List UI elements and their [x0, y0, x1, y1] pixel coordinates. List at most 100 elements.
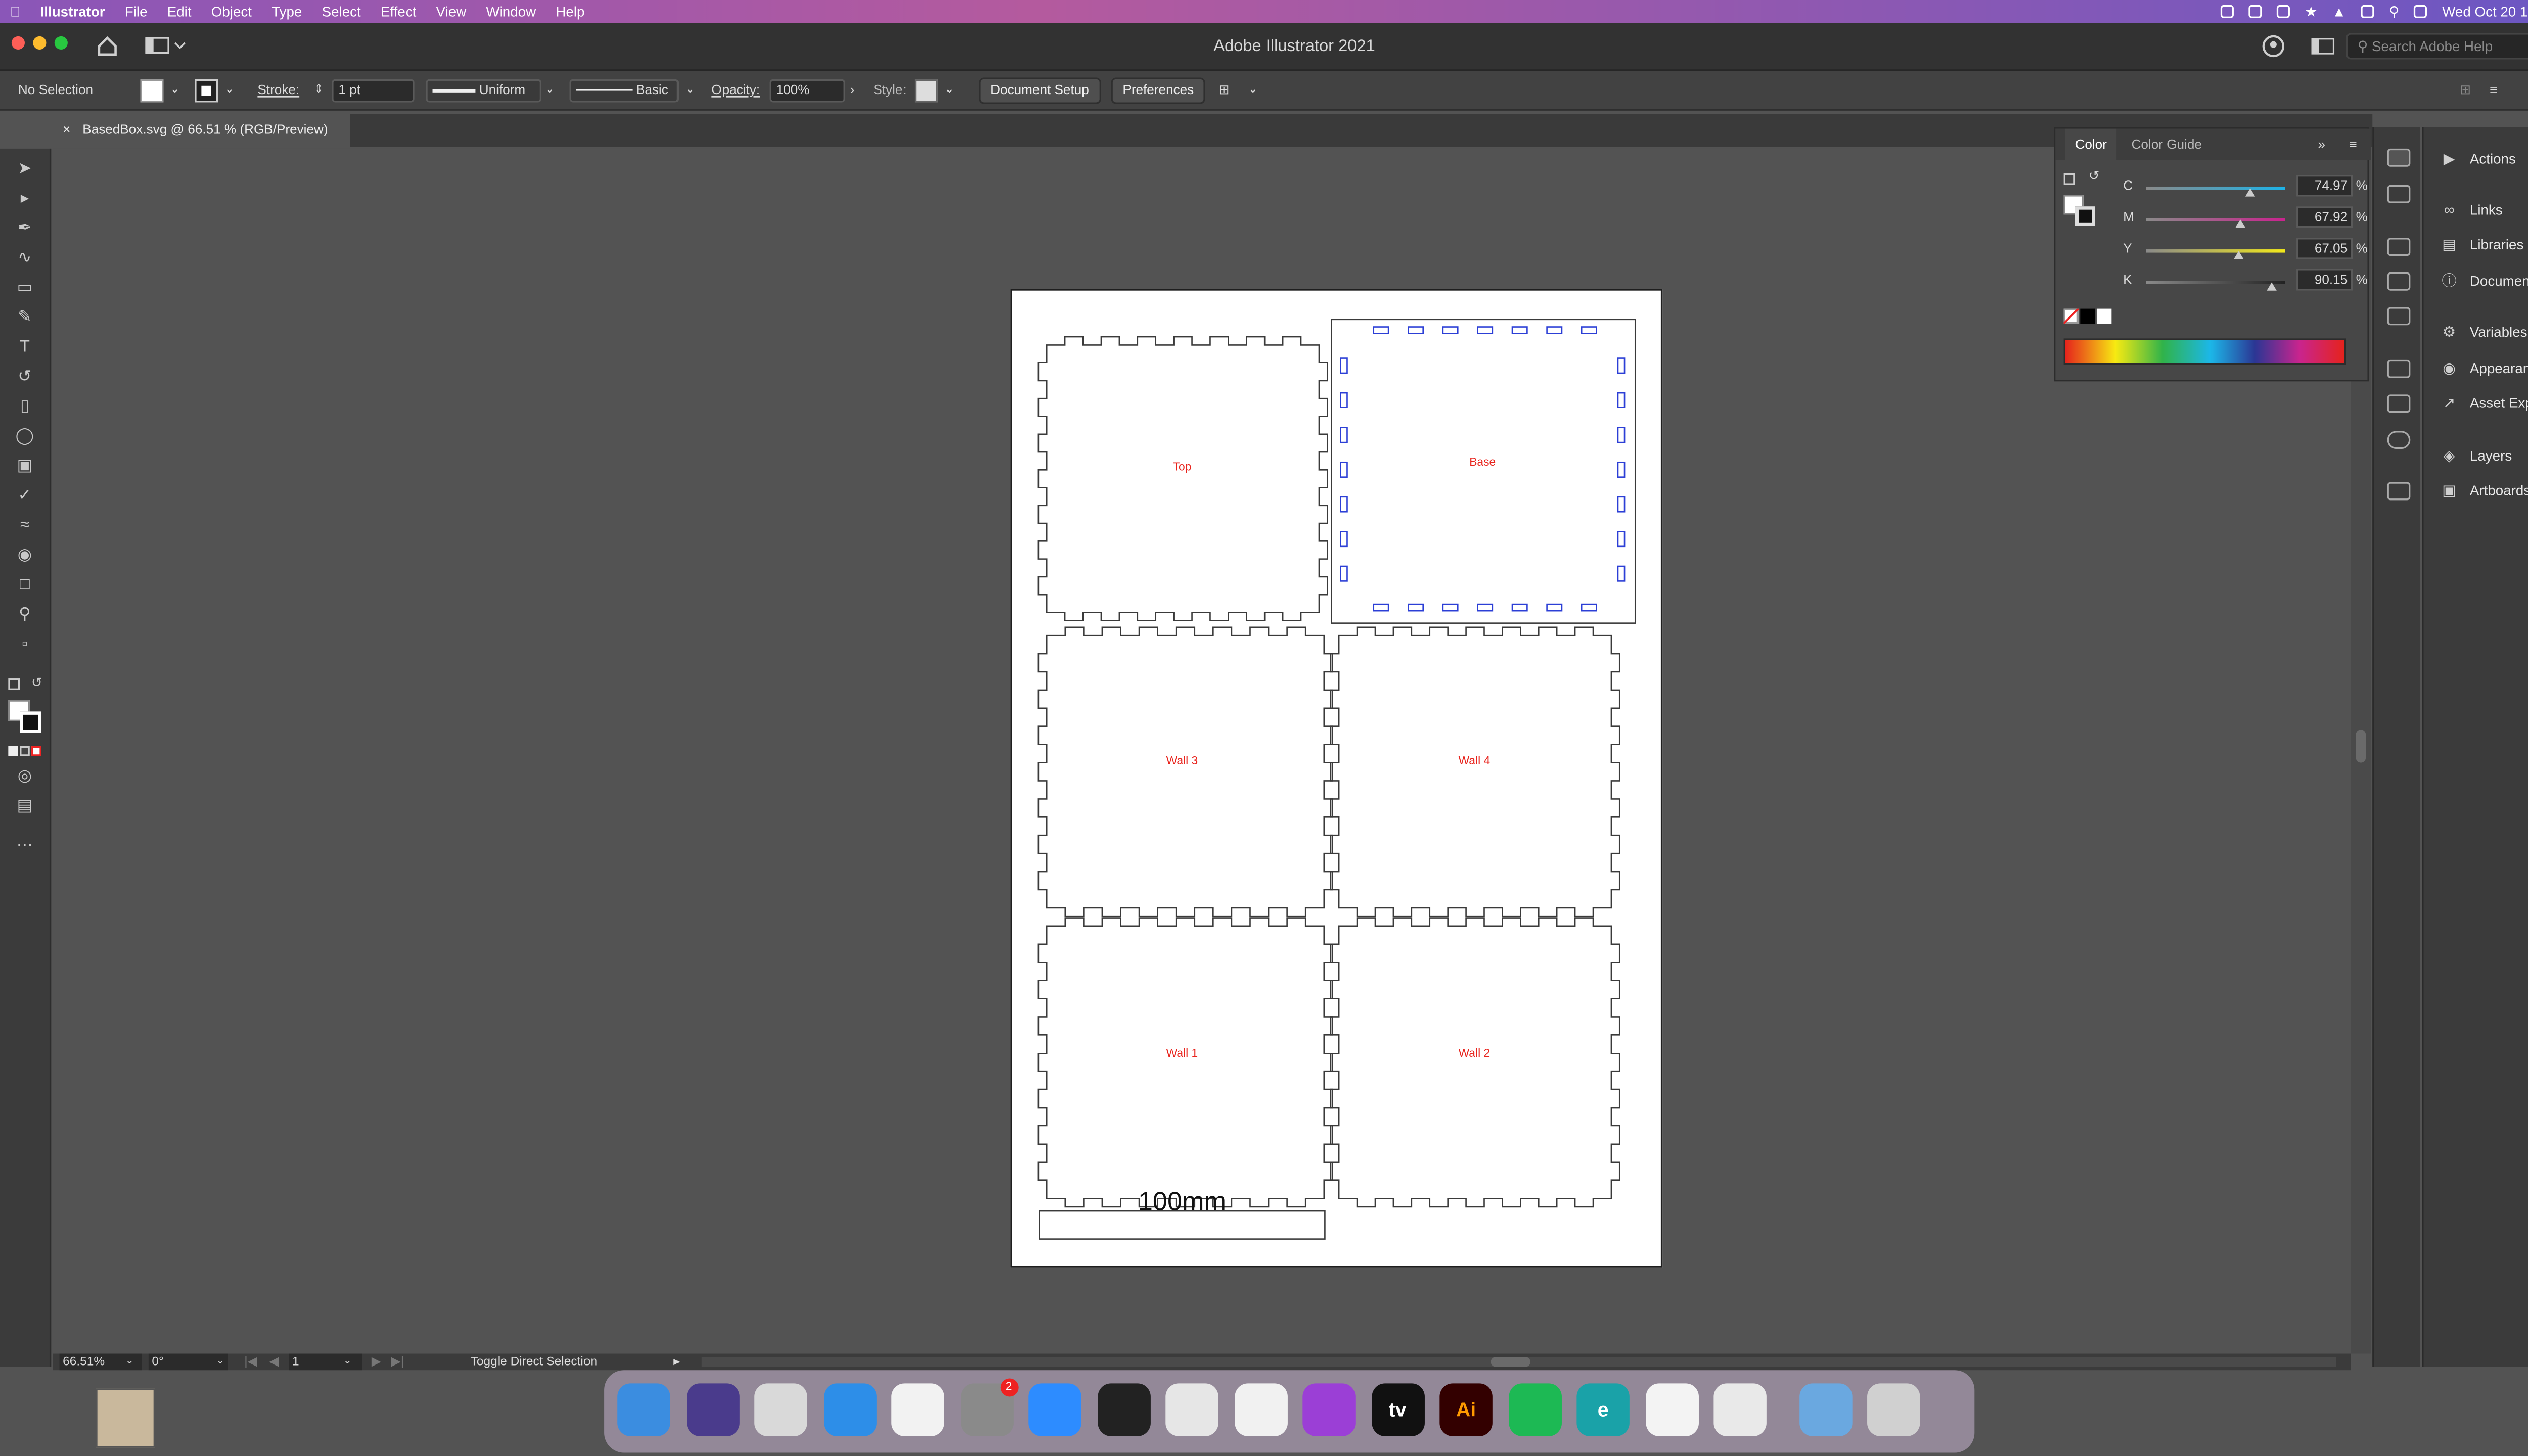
- white-swatch[interactable]: [2096, 308, 2112, 324]
- cyan-slider-thumb[interactable]: [2245, 188, 2255, 197]
- symbols-icon[interactable]: [2387, 307, 2411, 326]
- preferences-button[interactable]: Preferences: [1111, 77, 1206, 104]
- downloads-folder-icon[interactable]: [1798, 1383, 1852, 1436]
- black-value-field[interactable]: 90.15: [2296, 269, 2353, 291]
- tab-color[interactable]: Color: [2065, 128, 2117, 160]
- swatches-icon[interactable]: [2387, 238, 2411, 256]
- creative-cloud-icon[interactable]: [2220, 5, 2234, 18]
- none-mode-icon[interactable]: [31, 746, 41, 756]
- default-fill-stroke-icon[interactable]: [8, 678, 20, 690]
- opacity-arrow-icon[interactable]: ›: [850, 71, 855, 110]
- brush-chevron-icon[interactable]: ⌄: [685, 71, 695, 110]
- pen-tool-icon[interactable]: ✒: [13, 218, 36, 241]
- arrange-documents-icon[interactable]: [2311, 38, 2335, 55]
- menu-edit[interactable]: Edit: [157, 0, 201, 23]
- artboard[interactable]: Top Base Wall 3 Wall 4 Wall 1 Wall 2 100…: [1010, 289, 1664, 1269]
- document-setup-button[interactable]: Document Setup: [979, 77, 1101, 104]
- next-artboard-icon[interactable]: ▶: [372, 1354, 381, 1371]
- bluetooth-icon[interactable]: ★: [2305, 3, 2317, 21]
- paintbrush-tool-icon[interactable]: ✎: [13, 307, 36, 330]
- menu-file[interactable]: File: [115, 0, 157, 23]
- color-panel-icon[interactable]: [2387, 148, 2411, 167]
- spotlight-icon[interactable]: ⚲: [2389, 3, 2399, 21]
- opacity-label[interactable]: Opacity:: [711, 71, 760, 110]
- menu-effect[interactable]: Effect: [371, 0, 426, 23]
- panel-document-info[interactable]: ⓘ Document Info: [2423, 267, 2528, 294]
- black-slider-track[interactable]: [2146, 281, 2285, 284]
- finder-icon[interactable]: [617, 1383, 670, 1436]
- style-chevron-icon[interactable]: ⌄: [944, 71, 954, 110]
- magenta-slider-track[interactable]: [2146, 218, 2285, 221]
- e-app-icon[interactable]: e: [1576, 1383, 1630, 1436]
- selection-tool-icon[interactable]: ➤: [13, 158, 36, 181]
- menu-type[interactable]: Type: [262, 0, 312, 23]
- search-status-icon[interactable]: [2276, 5, 2290, 18]
- horizontal-scrollbar[interactable]: [701, 1357, 2336, 1367]
- panel-menu-icon[interactable]: ≡: [2350, 129, 2357, 160]
- minimized-window-thumbnail[interactable]: [96, 1388, 155, 1448]
- transparency-icon[interactable]: [2387, 431, 2411, 449]
- panel-artboards[interactable]: ▣ Artboards: [2423, 477, 2528, 504]
- gradient-mode-icon[interactable]: [20, 746, 30, 756]
- arrange-icon[interactable]: ⊞: [1218, 71, 1230, 110]
- safari-icon[interactable]: [823, 1383, 876, 1436]
- app-menu[interactable]: Illustrator: [30, 0, 115, 23]
- box-template-artwork[interactable]: Top Base Wall 3 Wall 4 Wall 1 Wall 2 100…: [1012, 291, 1664, 1269]
- artboard-tool-icon[interactable]: □: [13, 574, 36, 598]
- tab-color-guide[interactable]: Color Guide: [2121, 129, 2212, 160]
- last-artboard-icon[interactable]: ▶|: [391, 1354, 404, 1371]
- help-search-input[interactable]: ⚲ Search Adobe Help: [2345, 33, 2528, 60]
- trash-icon[interactable]: [1867, 1383, 1920, 1436]
- launchpad-icon[interactable]: [754, 1383, 807, 1436]
- yellow-slider-track[interactable]: [2146, 249, 2285, 253]
- brush-definition-select[interactable]: Basic: [569, 79, 679, 103]
- control-center-icon[interactable]: [2361, 5, 2374, 18]
- panel-appearance[interactable]: ◉ Appearance: [2423, 355, 2528, 381]
- menu-window[interactable]: Window: [476, 0, 546, 23]
- textedit-icon[interactable]: [1645, 1383, 1698, 1436]
- eraser-tool-icon[interactable]: ▯: [13, 396, 36, 420]
- apple-menu-icon[interactable]: : [0, 0, 30, 23]
- illustrator-icon[interactable]: Ai: [1439, 1383, 1493, 1436]
- acrobat-icon[interactable]: [1165, 1383, 1218, 1436]
- apple-tv-icon[interactable]: tv: [1371, 1383, 1424, 1436]
- menu-object[interactable]: Object: [201, 0, 261, 23]
- first-artboard-icon[interactable]: |◀: [244, 1354, 257, 1371]
- draw-mode-icon[interactable]: ◎: [13, 766, 36, 789]
- menu-select[interactable]: Select: [312, 0, 371, 23]
- transform-panel-icon[interactable]: [2387, 482, 2411, 500]
- clock[interactable]: Wed Oct 20 1:19 PM: [2442, 4, 2528, 20]
- document-tab[interactable]: × BasedBox.svg @ 66.51 % (RGB/Preview): [53, 114, 350, 147]
- screen-mode-icon[interactable]: ▤: [13, 796, 36, 819]
- yellow-value-field[interactable]: 67.05: [2296, 238, 2353, 259]
- panel-libraries[interactable]: ▤ Libraries: [2423, 231, 2528, 257]
- zoom-tool-icon[interactable]: ⚲: [13, 604, 36, 627]
- fill-dropdown-chevron-icon[interactable]: ⌄: [170, 71, 179, 110]
- gradient-tool-icon[interactable]: ▣: [13, 456, 36, 479]
- rotate-chevron-icon[interactable]: ⌄: [216, 1354, 224, 1371]
- cyan-slider-track[interactable]: [2146, 186, 2285, 190]
- status-menu-arrow-icon[interactable]: ▸: [673, 1354, 680, 1371]
- black-slider-thumb[interactable]: [2266, 282, 2276, 291]
- share-icon[interactable]: [2262, 35, 2285, 58]
- yellow-slider-thumb[interactable]: [2234, 251, 2244, 259]
- none-swatch[interactable]: [2063, 308, 2079, 324]
- rotate-tool-icon[interactable]: ↺: [13, 367, 36, 390]
- system-preferences-icon[interactable]: 2: [960, 1378, 1018, 1436]
- hand-tool-icon[interactable]: ▫: [13, 634, 36, 657]
- gradient-panel-icon[interactable]: [2387, 394, 2411, 413]
- panel-variables[interactable]: ⚙ Variables: [2423, 318, 2528, 345]
- stroke-swatch[interactable]: [195, 79, 218, 103]
- color-guide-icon[interactable]: [2387, 185, 2411, 203]
- vertical-scroll-thumb[interactable]: [2356, 730, 2366, 763]
- lasso-tool-icon[interactable]: ◯: [13, 426, 36, 449]
- inkscape-icon[interactable]: [1097, 1383, 1150, 1436]
- wifi-icon[interactable]: ▲: [2332, 4, 2346, 20]
- zoom-chevron-icon[interactable]: ⌄: [125, 1354, 133, 1371]
- profile-chevron-icon[interactable]: ⌄: [545, 71, 555, 110]
- rectangle-tool-icon[interactable]: ▭: [13, 278, 36, 301]
- fill-swatch[interactable]: [140, 79, 164, 103]
- puppet-warp-tool-icon[interactable]: ≈: [13, 515, 36, 538]
- news-icon[interactable]: [1234, 1383, 1287, 1436]
- variable-width-profile-select[interactable]: Uniform: [426, 79, 542, 103]
